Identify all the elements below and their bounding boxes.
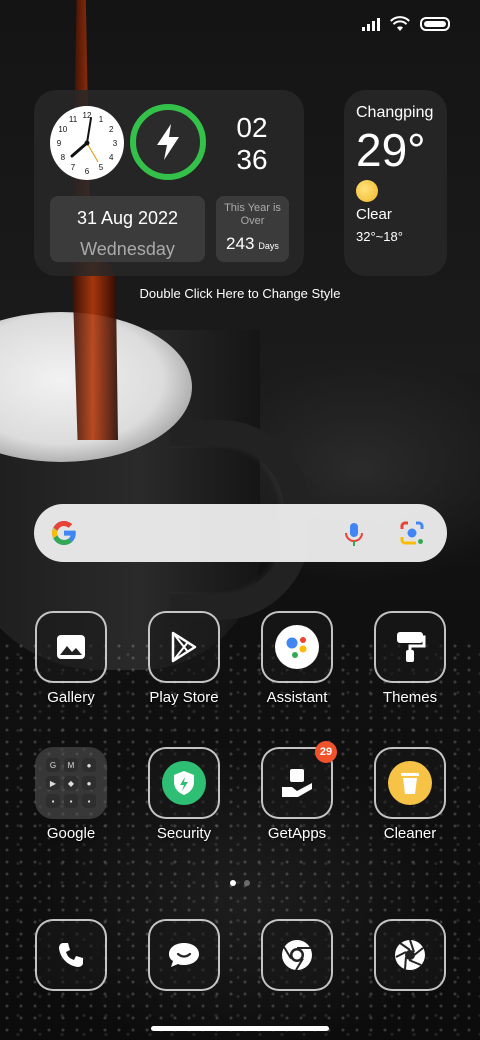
charging-ring	[130, 104, 206, 180]
days-unit: Days	[258, 241, 279, 251]
dock-camera[interactable]	[355, 919, 465, 991]
app-label: Gallery	[47, 689, 95, 706]
google-search-bar[interactable]	[34, 504, 447, 562]
weather-location: Changping	[356, 104, 434, 121]
app-label: Assistant	[266, 689, 328, 706]
app-label: GetApps	[267, 825, 327, 842]
folder-icon[interactable]: G M ● ▶ ◆ ● ▪ ▪ ▪	[35, 747, 107, 819]
gallery-icon[interactable]	[35, 611, 107, 683]
dock-chrome[interactable]	[242, 919, 352, 991]
app-label: Security	[156, 825, 212, 842]
digital-clock: 02 36	[230, 112, 274, 176]
clock-numeral: 8	[61, 153, 66, 162]
app-google-folder[interactable]: G M ● ▶ ◆ ● ▪ ▪ ▪ Google	[16, 747, 126, 842]
analog-clock: 12 1234567891011	[50, 106, 124, 180]
assistant-icon[interactable]	[261, 611, 333, 683]
app-label: Themes	[382, 689, 438, 706]
clock-numeral: 7	[71, 163, 76, 172]
mic-icon[interactable]	[340, 520, 368, 548]
app-label: Google	[46, 825, 96, 842]
app-cleaner[interactable]: Cleaner	[355, 747, 465, 842]
dock-phone[interactable]	[16, 919, 126, 991]
days-left: 243	[226, 234, 255, 253]
page-dot-active[interactable]	[230, 880, 236, 886]
weather-condition: Clear	[356, 206, 392, 223]
clock-numeral: 6	[85, 167, 90, 176]
home-indicator[interactable]	[151, 1026, 329, 1031]
security-icon[interactable]	[148, 747, 220, 819]
date-box: 31 Aug 2022 Wednesday	[50, 196, 205, 262]
getapps-icon[interactable]: 29	[261, 741, 337, 819]
clock-numeral: 2	[109, 125, 114, 134]
google-logo	[52, 521, 76, 545]
app-assistant[interactable]: Assistant	[242, 611, 352, 706]
dock-messages[interactable]	[129, 919, 239, 991]
signal-icon	[362, 17, 380, 31]
cleaner-icon[interactable]	[374, 747, 446, 819]
clock-numeral: 9	[57, 139, 62, 148]
play-store-icon[interactable]	[148, 611, 220, 683]
messages-icon[interactable]	[148, 919, 220, 991]
notification-badge: 29	[315, 741, 337, 763]
clock-minute: 36	[236, 144, 268, 175]
app-label: Play Store	[149, 689, 219, 706]
weather-widget[interactable]: Changping 29° Clear 32°~18°	[344, 90, 447, 276]
wifi-icon	[390, 16, 410, 31]
weekday-text: Wednesday	[80, 239, 175, 259]
status-bar	[362, 16, 450, 32]
app-play-store[interactable]: Play Store	[129, 611, 239, 706]
weather-temperature: 29°	[356, 124, 426, 176]
themes-icon[interactable]	[374, 611, 446, 683]
page-indicator	[0, 880, 480, 886]
page-dot[interactable]	[244, 880, 250, 886]
change-style-hint[interactable]: Double Click Here to Change Style	[0, 286, 480, 301]
clock-widget[interactable]: 12 1 2 3 4 5 6 7 8 9 10 11 02 36 31 Aug 2022 Wednes…	[34, 90, 304, 276]
lightning-icon	[157, 124, 179, 160]
date-text: 31 Aug 2022	[76, 208, 179, 228]
sun-icon	[356, 180, 378, 202]
year-label: This Year is Over	[224, 202, 281, 227]
app-gallery[interactable]: Gallery	[16, 611, 126, 706]
lens-icon[interactable]	[398, 519, 426, 547]
battery-icon	[420, 17, 450, 31]
chrome-icon[interactable]	[261, 919, 333, 991]
clock-numeral: 3	[113, 139, 118, 148]
app-security[interactable]: Security	[129, 747, 239, 842]
clock-hour: 02	[236, 112, 268, 143]
weather-range: 32°~18°	[356, 229, 403, 244]
year-progress-box: This Year is Over 243 Days	[216, 196, 289, 262]
clock-numeral: 1	[99, 115, 104, 124]
phone-icon[interactable]	[35, 919, 107, 991]
clock-numeral: 10	[58, 125, 67, 134]
app-getapps[interactable]: 29 GetApps	[242, 741, 352, 842]
clock-numeral: 11	[69, 115, 78, 124]
clock-numeral: 4	[109, 153, 114, 162]
app-label: Cleaner	[383, 825, 437, 842]
clock-numeral: 5	[99, 163, 104, 172]
app-themes[interactable]: Themes	[355, 611, 465, 706]
camera-icon[interactable]	[374, 919, 446, 991]
